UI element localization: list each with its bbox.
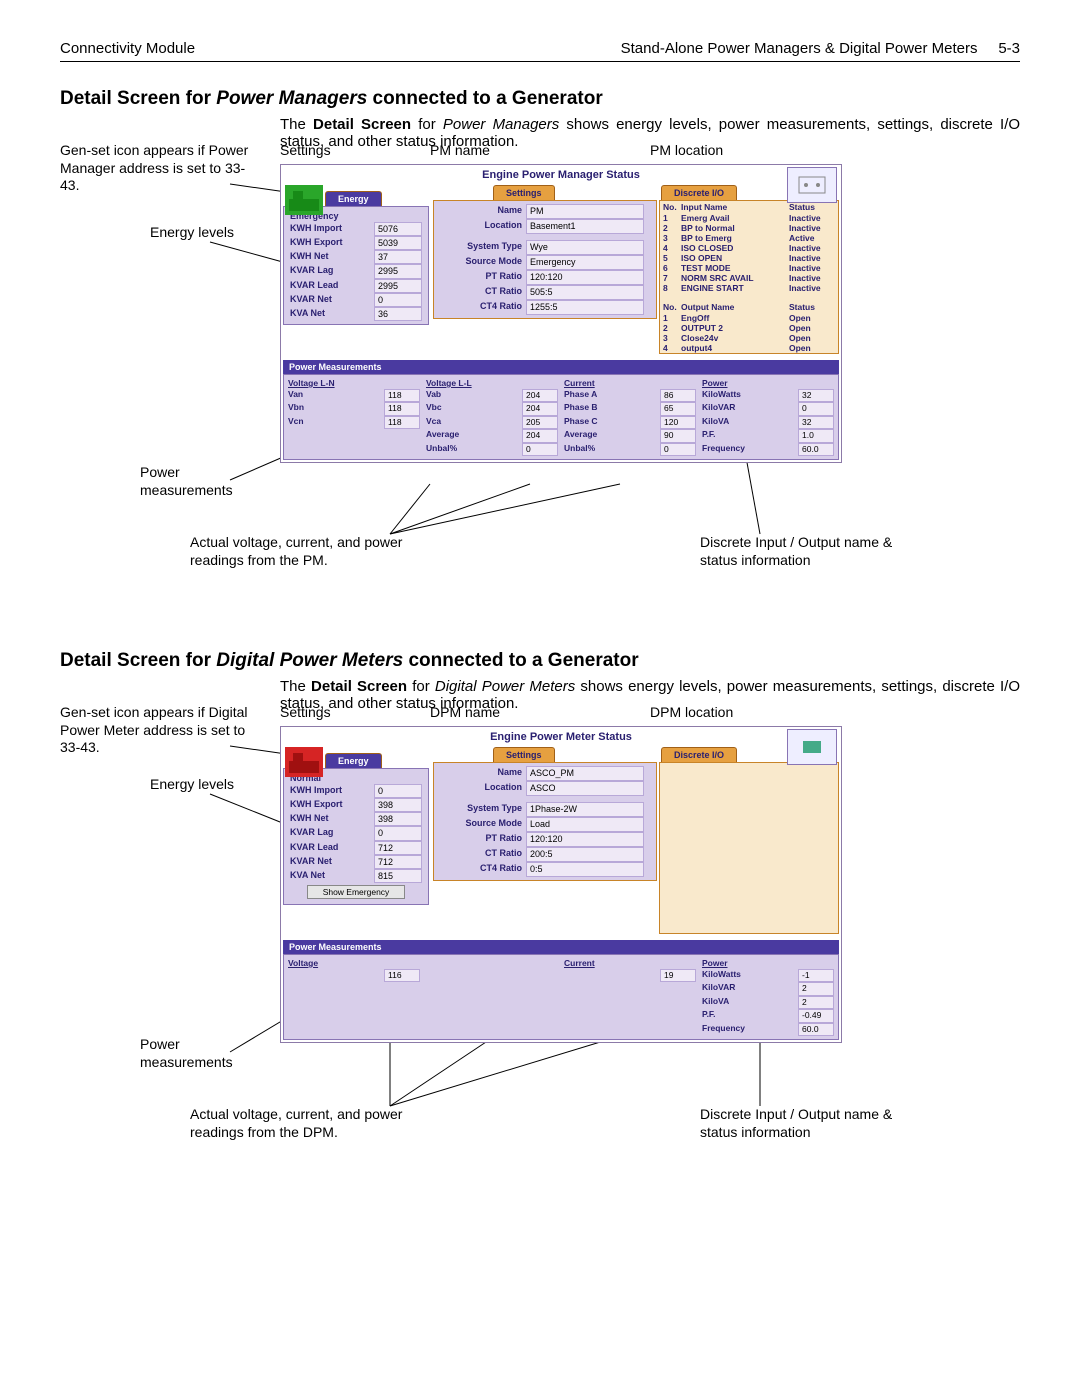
app-title: Engine Power Manager Status	[281, 165, 841, 183]
genset-icon	[285, 747, 323, 777]
energy-row: KVAR Net712	[288, 855, 424, 869]
show-emergency-button[interactable]: Show Emergency	[307, 885, 405, 899]
settings-row: LocationBasement1	[438, 219, 652, 234]
energy-panel: Emergency KWH Import5076KWH Export5039KW…	[283, 206, 429, 325]
settings-row: System TypeWye	[438, 240, 652, 255]
settings-row: NameASCO_PM	[438, 766, 652, 781]
input-row: 1Emerg AvailInactive	[660, 213, 838, 223]
app-title-2: Engine Power Meter Status	[281, 727, 841, 745]
settings-row: Source ModeLoad	[438, 817, 652, 832]
tab-settings-2[interactable]: Settings	[493, 747, 555, 762]
input-row: 2BP to NormalInactive	[660, 223, 838, 233]
settings-row: LocationASCO	[438, 781, 652, 796]
output-row: 4output4Open	[660, 343, 838, 353]
tab-settings[interactable]: Settings	[493, 185, 555, 200]
pm-column: Voltage116	[288, 958, 420, 1036]
tab-discrete-2[interactable]: Discrete I/O	[661, 747, 737, 762]
settings-panel: NamePMLocationBasement1 System TypeWyeSou…	[433, 200, 657, 319]
logo-icon	[787, 167, 837, 203]
pm-column: Voltage L-LVab204Vbc204Vca205Average204U…	[426, 378, 558, 456]
energy-row: KWH Export5039	[288, 236, 424, 250]
settings-row: PT Ratio120:120	[438, 270, 652, 285]
pm-bar: Power Measurements	[283, 360, 839, 374]
pm-detail-screen: Engine Power Manager Status Energy Emerg…	[280, 164, 842, 463]
settings-row: Source ModeEmergency	[438, 255, 652, 270]
settings-row: CT4 Ratio1255:5	[438, 300, 652, 315]
discrete-panel-2	[659, 762, 839, 934]
pm-column: Voltage L-NVan118Vbn118Vcn118	[288, 378, 420, 456]
pm-column: CurrentPhase A86Phase B65Phase C120Avera…	[564, 378, 696, 456]
pm-bar-2: Power Measurements	[283, 940, 839, 954]
label-dpm-name: DPM name	[430, 704, 500, 720]
label-dpm-location: DPM location	[650, 704, 733, 720]
energy-row: KWH Net398	[288, 812, 424, 826]
header-left: Connectivity Module	[60, 40, 195, 57]
genset-icon	[285, 185, 323, 215]
logo-icon	[787, 729, 837, 765]
page-header: Connectivity Module Stand-Alone Power Ma…	[60, 40, 1020, 62]
output-row: 2OUTPUT 2Open	[660, 323, 838, 333]
input-row: 4ISO CLOSEDInactive	[660, 243, 838, 253]
input-row: 3BP to EmergActive	[660, 233, 838, 243]
label-settings-2: Settings	[280, 704, 331, 720]
label-pm-name: PM name	[430, 142, 490, 158]
pm-grid-2: Voltage116 Current19PowerKiloWatts-1KiloV…	[283, 954, 839, 1040]
input-row: 7NORM SRC AVAILInactive	[660, 273, 838, 283]
dpm-detail-screen: Engine Power Meter Status Energy Normal …	[280, 726, 842, 1043]
section-1-title: Detail Screen for Power Managers connect…	[60, 88, 1020, 110]
settings-row: PT Ratio120:120	[438, 832, 652, 847]
label-settings: Settings	[280, 142, 331, 158]
figure-2: Settings DPM name DPM location Gen-set i…	[60, 726, 1020, 1176]
settings-row: CT4 Ratio0:5	[438, 862, 652, 877]
figure-1: Settings PM name PM location Gen-set ico…	[60, 164, 1020, 624]
tab-discrete[interactable]: Discrete I/O	[661, 185, 737, 200]
tab-energy[interactable]: Energy	[325, 191, 382, 206]
section-2-title: Detail Screen for Digital Power Meters c…	[60, 650, 1020, 672]
energy-row: KVA Net36	[288, 307, 424, 321]
energy-row: KVA Net815	[288, 869, 424, 883]
settings-row: CT Ratio505:5	[438, 285, 652, 300]
input-row: 8ENGINE STARTInactive	[660, 283, 838, 293]
label-pm-location: PM location	[650, 142, 723, 158]
energy-row: KVAR Lag2995	[288, 264, 424, 278]
settings-row: System Type1Phase-2W	[438, 802, 652, 817]
pm-grid: Voltage L-NVan118Vbn118Vcn118Voltage L-L…	[283, 374, 839, 460]
energy-row: KWH Import5076	[288, 222, 424, 236]
pm-column: PowerKiloWatts-1KiloVAR2KiloVA2P.F.-0.49…	[702, 958, 834, 1036]
energy-row: KWH Export398	[288, 798, 424, 812]
input-row: 6TEST MODEInactive	[660, 263, 838, 273]
header-right: Stand-Alone Power Managers & Digital Pow…	[621, 40, 1020, 57]
energy-row: KVAR Lead712	[288, 841, 424, 855]
energy-row: KVAR Lag0	[288, 826, 424, 840]
settings-row: CT Ratio200:5	[438, 847, 652, 862]
input-row: 5ISO OPENInactive	[660, 253, 838, 263]
settings-row: NamePM	[438, 204, 652, 219]
pm-column: Current19	[564, 958, 696, 1036]
pm-column: PowerKiloWatts32KiloVAR0KiloVA32P.F.1.0F…	[702, 378, 834, 456]
output-row: 3Close24vOpen	[660, 333, 838, 343]
discrete-panel: No.Input NameStatus1Emerg AvailInactive2…	[659, 200, 839, 354]
energy-row: KVAR Net0	[288, 293, 424, 307]
tab-energy-2[interactable]: Energy	[325, 753, 382, 768]
energy-panel-2: Normal KWH Import0KWH Export398KWH Net39…	[283, 768, 429, 905]
pm-column	[426, 958, 558, 1036]
energy-row: KWH Net37	[288, 250, 424, 264]
settings-panel-2: NameASCO_PMLocationASCO System Type1Phase…	[433, 762, 657, 881]
energy-row: KVAR Lead2995	[288, 279, 424, 293]
energy-row: KWH Import0	[288, 784, 424, 798]
output-row: 1EngOffOpen	[660, 313, 838, 323]
